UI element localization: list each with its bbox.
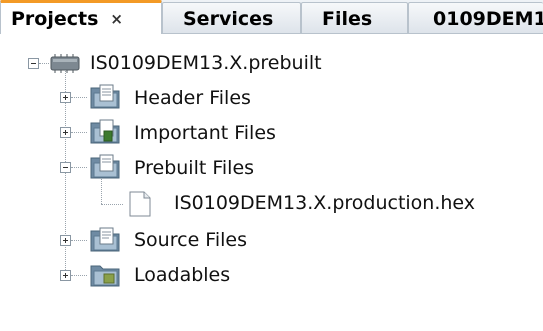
tab-files[interactable]: Files (301, 2, 408, 34)
tree-folder-header-files[interactable]: Header Files (134, 80, 251, 116)
tab-services-label: Services (183, 7, 274, 30)
tree-folder-source-files[interactable]: Source Files (134, 222, 247, 258)
tab-0109dem1-label: 0109DEM1 (433, 7, 543, 30)
project-chip-icon (50, 54, 80, 73)
file-label: IS0109DEM13.X.production.hex (174, 192, 476, 214)
header-folder-icon (90, 84, 120, 109)
tree-connector (71, 275, 87, 276)
tree-connector (71, 167, 87, 168)
expand-toggle[interactable] (60, 127, 71, 138)
folder-label: Source Files (134, 229, 247, 251)
expand-toggle[interactable] (60, 92, 71, 103)
loadables-folder-icon (90, 265, 120, 287)
project-tree: IS0109DEM13.X.prebuilt Header Files Impo… (0, 34, 543, 331)
source-folder-icon (90, 227, 120, 252)
tree-connector (71, 240, 87, 241)
expand-toggle[interactable] (60, 235, 71, 246)
collapse-toggle[interactable] (28, 58, 39, 69)
expand-toggle[interactable] (60, 270, 71, 281)
tree-connector (71, 132, 87, 133)
collapse-toggle[interactable] (60, 162, 71, 173)
tab-0109dem1[interactable]: 0109DEM1 (408, 2, 543, 34)
tree-project-node[interactable]: IS0109DEM13.X.prebuilt (90, 45, 322, 81)
tree-folder-prebuilt-files[interactable]: Prebuilt Files (134, 150, 254, 186)
tree-folder-loadables[interactable]: Loadables (134, 257, 230, 293)
close-icon[interactable]: × (110, 10, 123, 28)
prebuilt-folder-icon (90, 154, 120, 179)
project-label: IS0109DEM13.X.prebuilt (90, 52, 322, 74)
tree-connector (39, 63, 49, 64)
tree-folder-important-files[interactable]: Important Files (134, 115, 276, 151)
tab-projects-label: Projects (11, 7, 99, 30)
tab-files-label: Files (322, 7, 373, 30)
folder-label: Important Files (134, 122, 276, 144)
tab-projects[interactable]: Projects × (0, 0, 162, 34)
folder-label: Prebuilt Files (134, 157, 255, 179)
folder-label: Header Files (134, 87, 251, 109)
tab-services[interactable]: Services (162, 2, 301, 34)
file-icon (129, 191, 151, 217)
tree-connector (71, 97, 87, 98)
tree-connector (101, 177, 102, 204)
tab-strip: Projects × Services Files 0109DEM1 (0, 0, 543, 34)
important-folder-icon (90, 119, 120, 144)
tree-file-production-hex[interactable]: IS0109DEM13.X.production.hex (174, 185, 475, 221)
tree-connector (101, 204, 123, 205)
folder-label: Loadables (134, 264, 231, 286)
